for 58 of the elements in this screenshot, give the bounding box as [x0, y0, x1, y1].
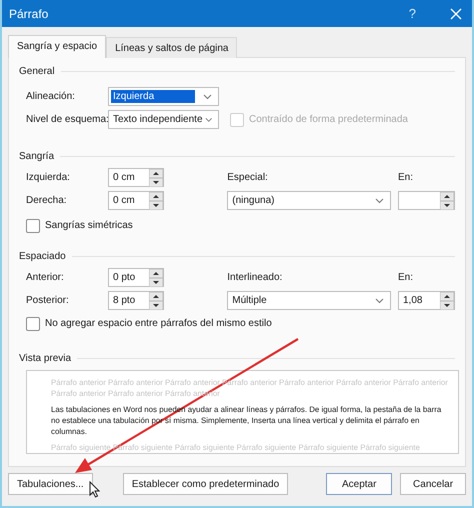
section-heading: Sangría — [19, 151, 54, 162]
dialog-button[interactable]: Aceptar — [326, 473, 392, 495]
chevron-icon — [203, 94, 212, 100]
dialog-button[interactable]: Tabulaciones... — [8, 473, 93, 495]
dropdown[interactable]: (ninguna) — [227, 191, 392, 210]
spin-field[interactable]: 0 cm — [108, 168, 164, 187]
dropdown-value: (ninguna) — [231, 194, 276, 207]
checkbox-label: No agregar espacio entre párrafos del mismo estilo — [45, 318, 272, 329]
spinner-arrows-icon[interactable] — [440, 192, 454, 210]
mouse-cursor-icon — [89, 481, 100, 498]
spinner-arrows-icon[interactable] — [149, 292, 163, 310]
field-label: Izquierda: — [25, 172, 71, 183]
dropdown[interactable]: Texto independiente — [108, 110, 219, 129]
section-heading: General — [19, 66, 55, 77]
field-label: En: — [398, 172, 414, 183]
spin-value: 0 pto — [113, 272, 136, 283]
spin-field[interactable]: 1,08 — [398, 291, 455, 310]
dropdown[interactable]: Izquierda — [108, 87, 219, 106]
spin-value: 8 pto — [113, 295, 136, 306]
checkbox[interactable] — [26, 218, 40, 232]
spin-value: 1,08 — [403, 295, 422, 306]
section-heading: Espaciado — [19, 251, 66, 262]
dropdown-value: Múltiple — [231, 294, 268, 307]
field-label: Nivel de esquema: — [25, 114, 108, 125]
spinner-arrows-icon[interactable] — [149, 192, 163, 210]
help-button[interactable]: ? — [408, 6, 416, 21]
spin-field[interactable]: 0 cm — [108, 191, 164, 210]
spinner-arrows-icon[interactable] — [149, 168, 163, 186]
field-label: Derecha: — [25, 195, 68, 206]
checkbox[interactable] — [26, 316, 40, 330]
dialog-button[interactable]: Establecer como predeterminado — [122, 473, 288, 495]
chevron-icon — [375, 298, 384, 304]
window-title: Párrafo — [9, 6, 50, 20]
spin-field[interactable]: 0 pto — [108, 268, 164, 287]
tab[interactable]: Sangría y espacio — [8, 35, 106, 58]
spinner-arrows-icon[interactable] — [149, 268, 163, 286]
checkbox-label: Contraído de forma predeterminada — [249, 114, 408, 125]
spinner-arrows-icon[interactable] — [440, 292, 454, 310]
section-heading: Vista previa — [19, 353, 72, 364]
chevron-icon — [375, 198, 384, 204]
spin-field[interactable] — [398, 191, 455, 210]
checkbox-label: Sangrías simétricas — [45, 220, 133, 231]
spin-value: 0 cm — [113, 195, 135, 206]
field-label: Posterior: — [25, 295, 70, 306]
tab[interactable]: Líneas y saltos de página — [106, 37, 238, 58]
dialog-button[interactable]: Cancelar — [400, 473, 466, 495]
field-label: Especial: — [227, 172, 268, 183]
field-label: Interlineado: — [227, 272, 282, 283]
dropdown-value: Izquierda — [111, 90, 195, 103]
field-label: En: — [398, 272, 414, 283]
spin-value: 0 cm — [113, 172, 135, 183]
close-icon[interactable] — [450, 8, 462, 20]
dropdown[interactable]: Múltiple — [227, 291, 392, 310]
field-label: Alineación: — [25, 91, 76, 102]
field-label: Anterior: — [25, 272, 65, 283]
chevron-icon — [204, 116, 212, 122]
dropdown-value: Texto independiente — [112, 113, 204, 126]
spin-field[interactable]: 8 pto — [108, 291, 164, 310]
